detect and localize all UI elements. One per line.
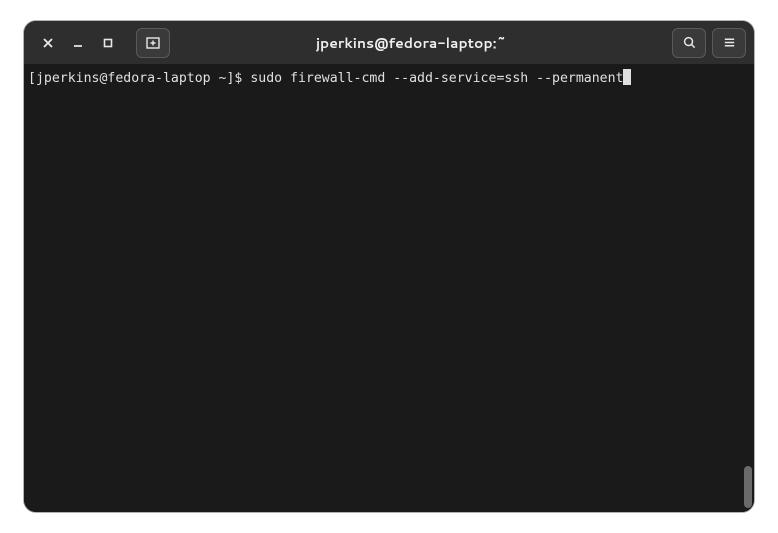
close-button[interactable] [40, 35, 56, 51]
terminal-content: [jperkins@fedora-laptop ~]$ sudo firewal… [24, 65, 754, 92]
shell-command: sudo firewall-cmd --add-service=ssh --pe… [250, 71, 623, 86]
scrollbar-thumb[interactable] [744, 466, 752, 508]
maximize-button[interactable] [100, 35, 116, 51]
window-title: jperkins@fedora-laptop:~ [176, 33, 666, 53]
new-tab-button[interactable] [136, 28, 170, 58]
shell-prompt: [jperkins@fedora-laptop ~]$ [28, 71, 250, 86]
header-right-controls [672, 28, 746, 58]
menu-button[interactable] [712, 28, 746, 58]
terminal-area[interactable]: [jperkins@fedora-laptop ~]$ sudo firewal… [24, 65, 754, 512]
window-controls [32, 35, 116, 51]
minimize-button[interactable] [70, 35, 86, 51]
terminal-window: jperkins@fedora-laptop:~ [jperkins@fedor… [24, 21, 754, 512]
search-button[interactable] [672, 28, 706, 58]
text-cursor [623, 69, 631, 85]
maximize-icon [102, 37, 114, 49]
titlebar: jperkins@fedora-laptop:~ [24, 21, 754, 65]
new-tab-icon [145, 35, 161, 51]
hamburger-icon [722, 35, 737, 50]
search-icon [682, 35, 697, 50]
minimize-icon [72, 37, 84, 49]
close-icon [42, 37, 54, 49]
